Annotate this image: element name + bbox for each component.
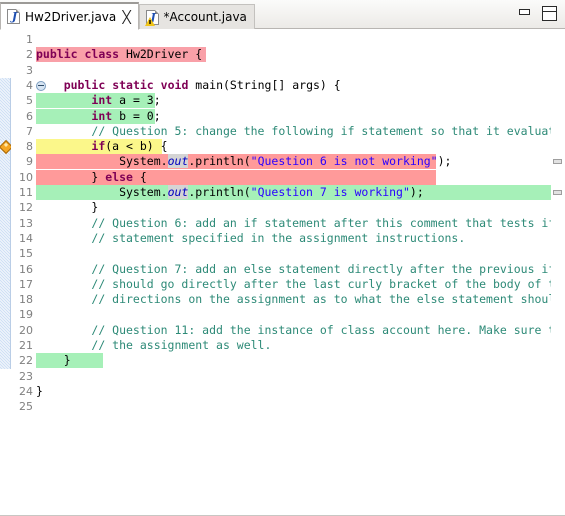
code-text-area[interactable]: public class Hw2Driver { public static v…	[36, 29, 565, 516]
overview-ruler[interactable]	[551, 29, 565, 516]
overview-ruler-marker[interactable]	[553, 190, 562, 195]
code-line[interactable]: System.out.println("Question 6 is not wo…	[36, 154, 451, 169]
code-line[interactable]: // the assignment as well.	[36, 338, 271, 353]
tab-account-java[interactable]: J *Account.java	[138, 4, 255, 29]
code-line[interactable]: // Question 5: change the following if s…	[36, 124, 565, 139]
line-number-gutter: 1 2 3 4 5 6 7 8 9 10 11 12 13 14 15 16 17 18 19 20 21 22 23 24 2…	[11, 29, 36, 516]
line-number: 5	[26, 94, 33, 108]
line-number: 17	[19, 277, 33, 291]
tab-list: J Hw2Driver.java ╳ J *Account.java	[0, 0, 255, 30]
code-line[interactable]: int b = 0;	[36, 109, 160, 124]
line-number: 4	[26, 78, 33, 92]
line-number: 20	[19, 323, 33, 337]
code-line[interactable]: public class Hw2Driver {	[36, 47, 202, 62]
line-number: 23	[19, 369, 33, 383]
line-number: 14	[19, 231, 33, 245]
editor-tab-bar: J Hw2Driver.java ╳ J *Account.java	[0, 0, 565, 30]
code-line[interactable]: // Question 6: add an if statement after…	[36, 216, 565, 231]
tab-label: *Account.java	[163, 10, 247, 24]
code-line[interactable]: } else {	[36, 170, 146, 185]
maximize-icon[interactable]	[542, 6, 557, 21]
window-controls	[518, 6, 557, 21]
line-number: 22	[19, 354, 33, 368]
line-number: 8	[26, 140, 33, 154]
line-number: 6	[26, 109, 33, 123]
code-line[interactable]: int a = 3;	[36, 93, 160, 108]
code-line[interactable]: // Question 7: add an else statement dir…	[36, 262, 565, 277]
line-number: 11	[19, 186, 33, 199]
line-number: 15	[19, 247, 33, 261]
code-line[interactable]: // Question 11: add the instance of clas…	[36, 323, 565, 338]
java-file-warning-icon: J	[144, 9, 159, 26]
code-editor[interactable]: 1 2 3 4 5 6 7 8 9 10 11 12 13 14 15 16 17 18 19 20 21 22 23 24 2…	[0, 29, 565, 516]
code-line[interactable]: }	[36, 384, 43, 399]
code-line[interactable]: }	[36, 200, 98, 215]
line-number: 2	[26, 48, 33, 62]
code-line[interactable]: // should go directly after the last cur…	[36, 277, 565, 292]
minimize-icon[interactable]	[518, 6, 531, 19]
line-number: 1	[26, 33, 33, 46]
java-file-icon: J	[7, 9, 20, 24]
line-number: 25	[19, 400, 33, 414]
overview-ruler-marker[interactable]	[553, 159, 562, 165]
warning-badge-icon	[144, 16, 155, 26]
line-number: 21	[19, 339, 33, 352]
line-number: 9	[26, 155, 33, 169]
code-line[interactable]: // directions on the assignment as to wh…	[36, 292, 565, 307]
code-line[interactable]: System.out.println("Question 7 is workin…	[36, 185, 424, 200]
annotation-ruler[interactable]	[0, 29, 14, 516]
line-number: 24	[19, 384, 33, 398]
code-line[interactable]: public static void main(String[] args) {	[36, 78, 341, 93]
editor-window: J Hw2Driver.java ╳ J *Account.java 1 2 3…	[0, 0, 565, 516]
line-number: 7	[26, 124, 33, 138]
tab-label: Hw2Driver.java	[25, 9, 117, 24]
line-number: 12	[19, 201, 33, 215]
line-number: 3	[26, 63, 33, 77]
tab-hw2driver-java[interactable]: J Hw2Driver.java ╳	[0, 2, 139, 30]
annotation-ruler-range	[0, 77, 11, 369]
code-line[interactable]: if(a < b) {	[36, 139, 167, 154]
line-number: 13	[19, 216, 33, 230]
line-number: 19	[19, 308, 33, 322]
code-line[interactable]: // statement specified in the assignment…	[36, 231, 465, 246]
code-line[interactable]: }	[36, 353, 71, 368]
line-number: 10	[19, 170, 33, 184]
close-icon[interactable]: ╳	[123, 11, 131, 23]
line-number: 18	[19, 293, 33, 307]
line-number: 16	[19, 262, 33, 276]
